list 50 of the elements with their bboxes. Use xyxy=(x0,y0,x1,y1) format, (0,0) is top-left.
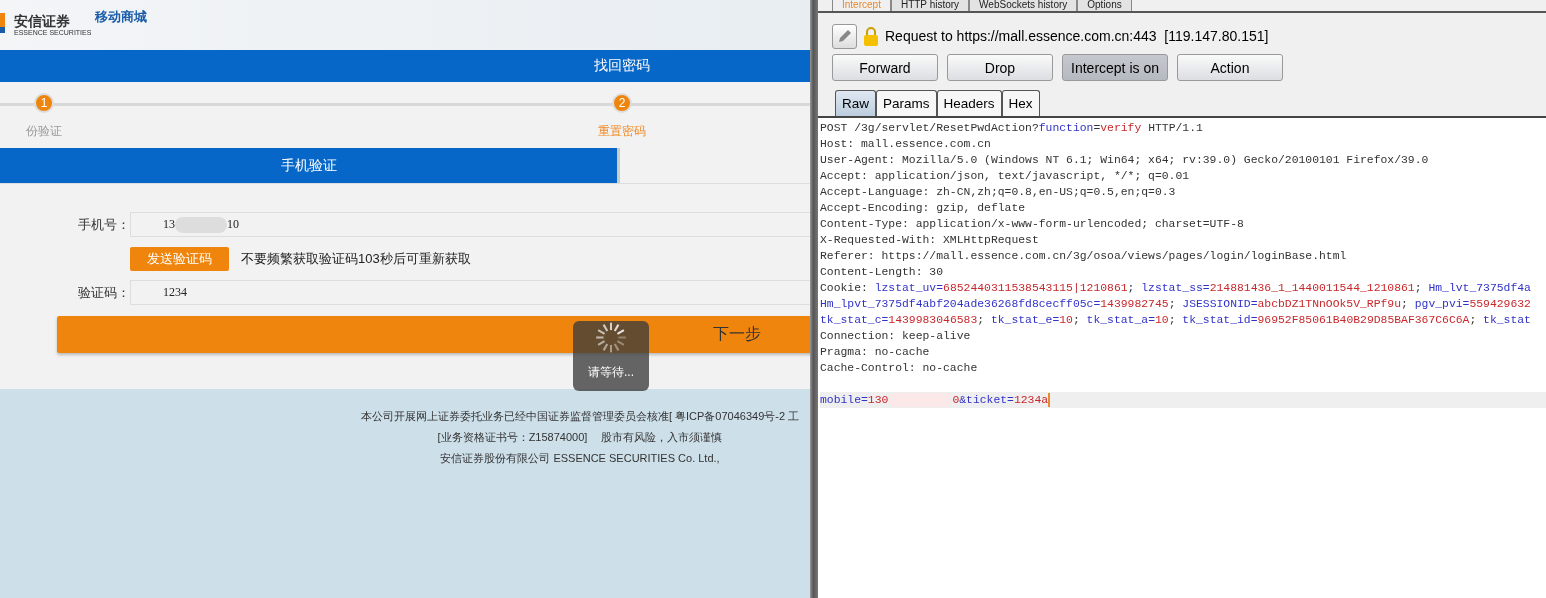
proxy-button[interactable]: Drop xyxy=(947,54,1053,81)
request-line: Host: mall.essence.com.cn xyxy=(820,137,992,152)
request-line: Cache-Control: no-cache xyxy=(820,361,979,376)
phone-field[interactable]: 13 10 xyxy=(130,212,810,237)
proxy-tab[interactable]: WebSockets history xyxy=(969,0,1078,11)
request-line: Connection: keep-alive xyxy=(820,329,972,344)
step-label: 份验证 xyxy=(26,123,62,140)
step-number: 2 xyxy=(612,93,632,113)
footer-text: 安信证券股份有限公司 ESSENCE SECURITIES Co. Ltd., xyxy=(440,451,720,466)
logo-name: 安信证券 xyxy=(14,13,71,29)
page-title: 找回密码 xyxy=(0,50,810,82)
phone-label: 手机号： xyxy=(77,215,130,234)
request-line: Hm_lpvt_7375df4abf204ade36268fd8cecff05c=1439982745; JSESSIONID=abcbDZ1TNnOOk5V_RPf9u; pgv_pvi=559429632 xyxy=(820,297,1532,312)
logo-product: 移动商城 xyxy=(95,8,148,26)
request-line: User-Agent: Mozilla/5.0 (Windows NT 6.1; Win64; x64; rv:39.0) Gecko/20100101 Firefox/39.0 xyxy=(820,153,1430,168)
send-hint: 不要频繁获取验证码103秒后可重新获取 xyxy=(241,250,471,268)
footer-text: [业务资格证书号：Z15874000] 股市有风险，入市须谨慎 xyxy=(437,430,723,445)
step-label: 重置密码 xyxy=(598,123,646,140)
request-line: POST /3g/servlet/ResetPwdAction?function=verify HTTP/1.1 xyxy=(820,121,1204,136)
request-line: Cookie: lzstat_uv=6852440311538543115|1210861; lzstat_ss=214881436_1_1440011544_1210861; Hm_lvt_7375df4a xyxy=(820,281,1532,296)
pencil-icon xyxy=(836,28,853,44)
verify-tab[interactable]: 手机验证 xyxy=(0,148,617,183)
request-line: Content-Type: application/x-www-form-urlencoded; charset=UTF-8 xyxy=(820,217,1245,232)
proxy-button[interactable]: Forward xyxy=(832,54,938,81)
view-tab[interactable]: Params xyxy=(876,90,937,116)
request-line: Content-Length: 30 xyxy=(820,265,945,280)
footer-text: 本公司开展网上证券委托业务已经中国证券监督管理委员会核准[ 粤ICP备07046349号-2 工 xyxy=(360,409,800,424)
next-button[interactable]: 下一步 xyxy=(57,316,810,353)
proxy-tab[interactable]: HTTP history xyxy=(890,0,970,11)
loading-text: 请等待... xyxy=(588,364,634,381)
request-line: tk_stat_c=1439983046583; tk_stat_e=10; tk_stat_a=10; tk_stat_id=96952F85061B40B29D85BAF367C6C6A; tk_stat xyxy=(820,313,1532,328)
view-tab[interactable]: Hex xyxy=(1001,90,1040,116)
view-tab[interactable]: Raw xyxy=(835,90,876,116)
proxy-button[interactable]: Intercept is on xyxy=(1062,54,1168,81)
request-line: Accept: application/json, text/javascript, */*; q=0.01 xyxy=(820,169,1191,184)
code-field[interactable]: 1234 xyxy=(130,280,810,305)
request-line: Accept-Encoding: gzip, deflate xyxy=(820,201,1027,216)
edit-button[interactable] xyxy=(832,23,857,49)
step-number: 1 xyxy=(34,93,54,113)
view-tab[interactable]: Headers xyxy=(936,90,1002,116)
code-label: 验证码： xyxy=(77,283,130,302)
request-info: Request to https://mall.essence.com.cn:443 [119.147.80.151] xyxy=(885,28,1269,44)
lock-icon xyxy=(863,26,879,46)
window-splitter[interactable] xyxy=(810,0,818,598)
request-line: X-Requested-With: XMLHttpRequest xyxy=(820,233,1040,248)
request-line: Accept-Language: zh-CN,zh;q=0.8,en-US;q=0.5,en;q=0.3 xyxy=(820,185,1177,200)
proxy-tab[interactable]: Options xyxy=(1077,0,1132,11)
request-line: Pragma: no-cache xyxy=(820,345,931,360)
proxy-button[interactable]: Action xyxy=(1177,54,1283,81)
request-line: Referer: https://mall.essence.com.cn/3g/osoa/views/pages/login/loginBase.html xyxy=(820,249,1348,264)
